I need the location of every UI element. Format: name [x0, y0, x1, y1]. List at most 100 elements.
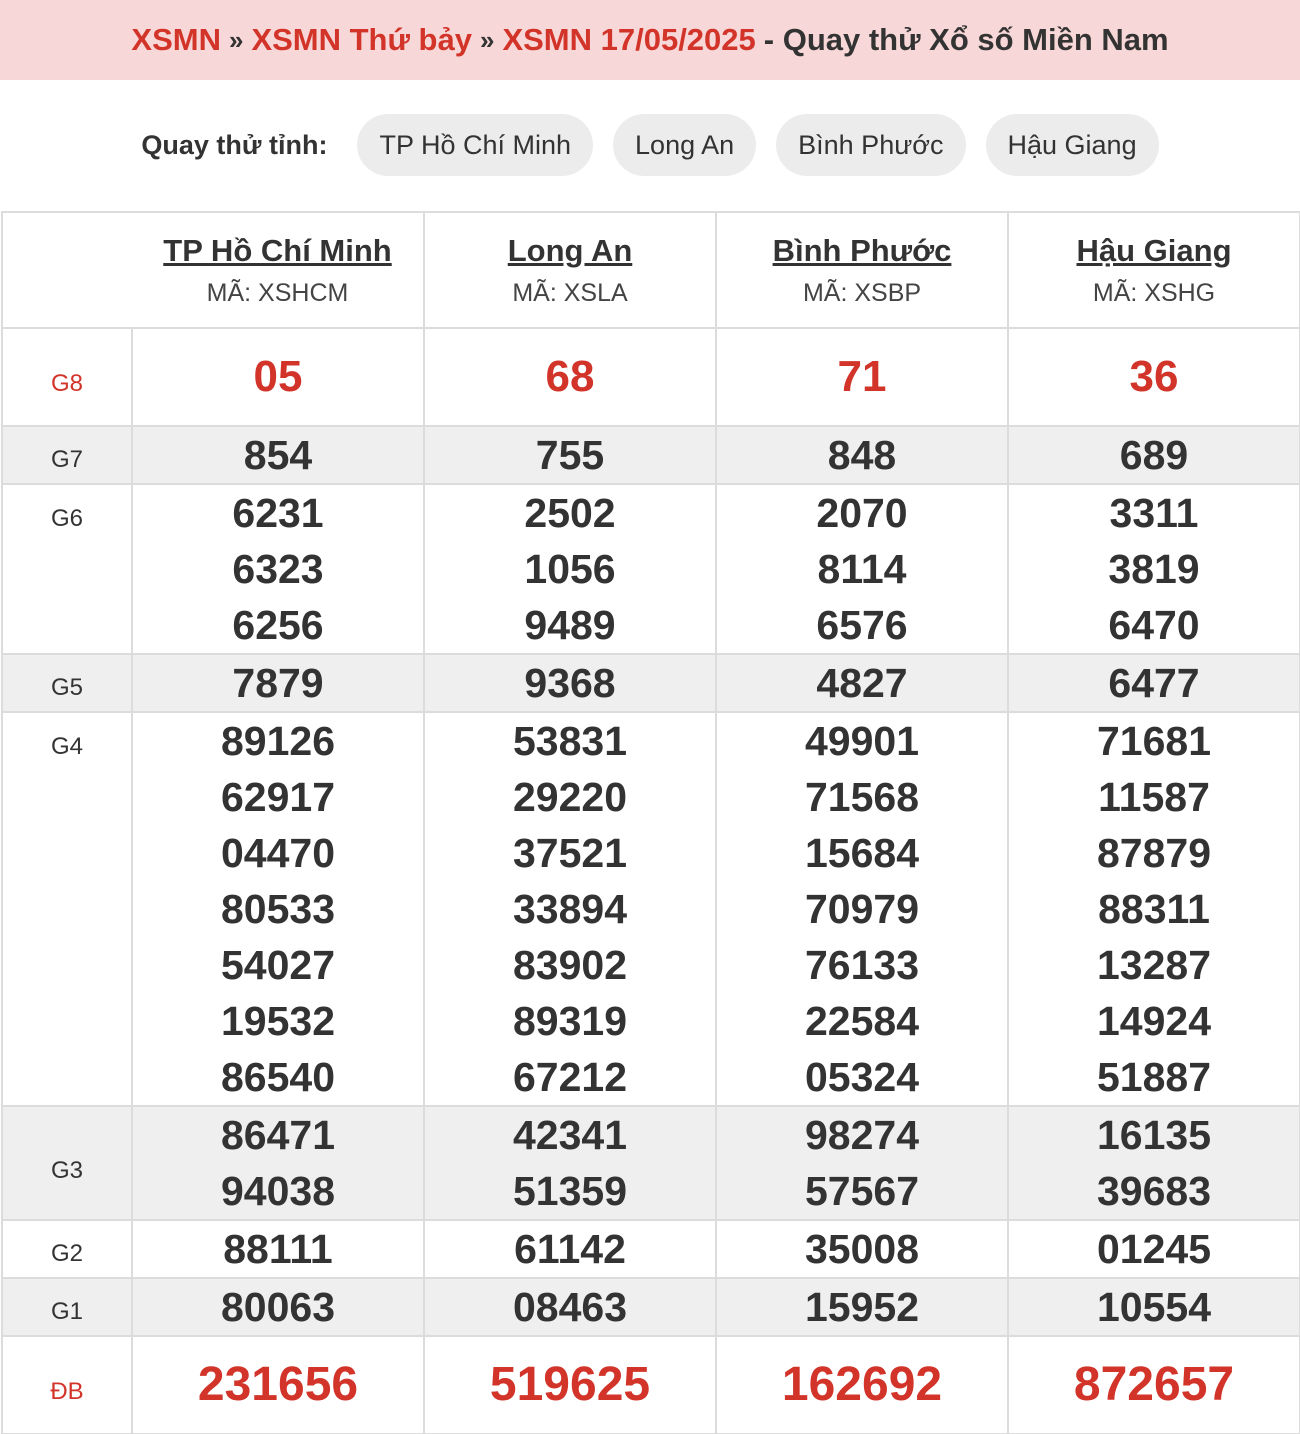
result-number: 3819 [1108, 546, 1200, 592]
result-number: 10554 [1096, 1284, 1211, 1330]
result-number: 6231 [232, 490, 324, 536]
prize-cell: 231656 [131, 1335, 425, 1434]
province-header: Hậu Giang MÃ: XSHG [1007, 211, 1300, 329]
breadcrumb-link-xsmn[interactable]: XSMN [131, 22, 221, 58]
result-number: 57567 [804, 1168, 919, 1214]
table-row: G4 89126 62917 04470 80533 54027 19532 86540 538… [1, 711, 1300, 1107]
province-header: Bình Phước MÃ: XSBP [715, 211, 1009, 329]
result-number: 162692 [781, 1358, 943, 1411]
result-number: 39683 [1096, 1168, 1211, 1214]
result-number: 2502 [524, 490, 616, 536]
prize-label: G7 [1, 425, 133, 485]
prize-cell: 08463 [423, 1277, 717, 1337]
province-header: Long An MÃ: XSLA [423, 211, 717, 329]
result-number: 70979 [804, 886, 919, 932]
breadcrumb: XSMN » XSMN Thứ bảy » XSMN 17/05/2025 - … [0, 0, 1300, 80]
prize-cell: 2070 8114 6576 [715, 483, 1009, 655]
result-number: 51359 [512, 1168, 627, 1214]
result-number: 71568 [804, 774, 919, 820]
prize-label: ĐB [1, 1335, 133, 1434]
result-number: 04470 [220, 830, 335, 876]
result-number: 71 [837, 352, 887, 401]
result-number: 19532 [220, 998, 335, 1044]
table-row: G1 80063 08463 15952 10554 [1, 1277, 1300, 1337]
prize-cell: 3311 3819 6470 [1007, 483, 1300, 655]
result-number: 62917 [220, 774, 335, 820]
result-number: 872657 [1073, 1358, 1235, 1411]
table-row: G3 86471 94038 42341 51359 98274 57567 16135 396… [1, 1105, 1300, 1221]
results-table: TP Hồ Chí Minh MÃ: XSHCM Long An MÃ: XSL… [1, 211, 1300, 1434]
result-number: 67212 [512, 1054, 627, 1100]
result-number: 9489 [524, 602, 616, 648]
prize-cell: 88111 [131, 1219, 425, 1279]
prize-cell: 162692 [715, 1335, 1009, 1434]
result-number: 83902 [512, 942, 627, 988]
result-number: 689 [1119, 432, 1189, 478]
prize-rows: G8 05 68 71 36 G7 854 755 848 689 G6 6231 6323 6256 25… [1, 327, 1300, 1434]
result-number: 54027 [220, 942, 335, 988]
prize-cell: 872657 [1007, 1335, 1300, 1434]
province-link[interactable]: Hậu Giang [1009, 233, 1299, 269]
breadcrumb-link-xsmn-thu-bay[interactable]: XSMN Thứ bảy [251, 22, 472, 58]
prize-label: G6 [1, 483, 133, 655]
table-row: G5 7879 9368 4827 6477 [1, 653, 1300, 713]
result-number: 53831 [512, 718, 627, 764]
result-number: 35008 [804, 1226, 919, 1272]
prize-cell: 80063 [131, 1277, 425, 1337]
prize-cell: 71681 11587 87879 88311 13287 14924 51887 [1007, 711, 1300, 1107]
province-link[interactable]: Bình Phước [717, 233, 1007, 269]
result-number: 29220 [512, 774, 627, 820]
table-header-row: TP Hồ Chí Minh MÃ: XSHCM Long An MÃ: XSL… [1, 211, 1300, 329]
table-corner [1, 211, 132, 329]
prize-cell: 854 [131, 425, 425, 485]
breadcrumb-separator: » [228, 24, 244, 55]
province-chip-hcm[interactable]: TP Hồ Chí Minh [357, 114, 594, 176]
table-row: G7 854 755 848 689 [1, 425, 1300, 485]
result-number: 98274 [804, 1112, 919, 1158]
result-number: 61142 [514, 1226, 626, 1272]
province-chip-hau-giang[interactable]: Hậu Giang [985, 114, 1159, 176]
result-number: 7879 [232, 660, 324, 706]
prize-cell: 86471 94038 [131, 1105, 425, 1221]
prize-cell: 689 [1007, 425, 1300, 485]
province-select-label: Quay thử tỉnh: [141, 129, 328, 160]
result-number: 37521 [512, 830, 627, 876]
province-code: MÃ: XSHG [1092, 278, 1216, 307]
prize-cell: 7879 [131, 653, 425, 713]
result-number: 86471 [220, 1112, 335, 1158]
result-number: 16135 [1096, 1112, 1211, 1158]
result-number: 01245 [1096, 1226, 1211, 1272]
table-row: G8 05 68 71 36 [1, 327, 1300, 427]
result-number: 6576 [816, 602, 908, 648]
province-code: MÃ: XSLA [512, 278, 628, 307]
prize-cell: 2502 1056 9489 [423, 483, 717, 655]
prize-cell: 6231 6323 6256 [131, 483, 425, 655]
breadcrumb-link-xsmn-date[interactable]: XSMN 17/05/2025 [502, 22, 755, 58]
prize-cell: 89126 62917 04470 80533 54027 19532 86540 [131, 711, 425, 1107]
province-link[interactable]: TP Hồ Chí Minh [132, 233, 423, 269]
province-link[interactable]: Long An [425, 233, 715, 269]
result-number: 3311 [1109, 490, 1199, 536]
result-number: 6470 [1108, 602, 1200, 648]
result-number: 76133 [804, 942, 919, 988]
result-number: 86540 [220, 1054, 335, 1100]
result-number: 848 [827, 432, 897, 478]
result-number: 755 [535, 432, 605, 478]
prize-cell: 61142 [423, 1219, 717, 1279]
prize-cell: 01245 [1007, 1219, 1300, 1279]
result-number: 68 [545, 352, 595, 401]
result-number: 9368 [524, 660, 616, 706]
prize-label: G5 [1, 653, 133, 713]
result-number: 51887 [1096, 1054, 1211, 1100]
province-chip-binh-phuoc[interactable]: Bình Phước [776, 114, 966, 176]
province-chip-long-an[interactable]: Long An [613, 114, 757, 176]
result-number: 94038 [220, 1168, 335, 1214]
result-number: 88111 [223, 1226, 333, 1272]
prize-cell: 519625 [423, 1335, 717, 1434]
province-header: TP Hồ Chí Minh MÃ: XSHCM [132, 211, 425, 329]
prize-cell: 35008 [715, 1219, 1009, 1279]
result-number: 87879 [1096, 830, 1211, 876]
result-number: 22584 [804, 998, 919, 1044]
prize-label: G8 [1, 327, 133, 427]
page-title: - Quay thử Xổ số Miền Nam [763, 22, 1169, 57]
